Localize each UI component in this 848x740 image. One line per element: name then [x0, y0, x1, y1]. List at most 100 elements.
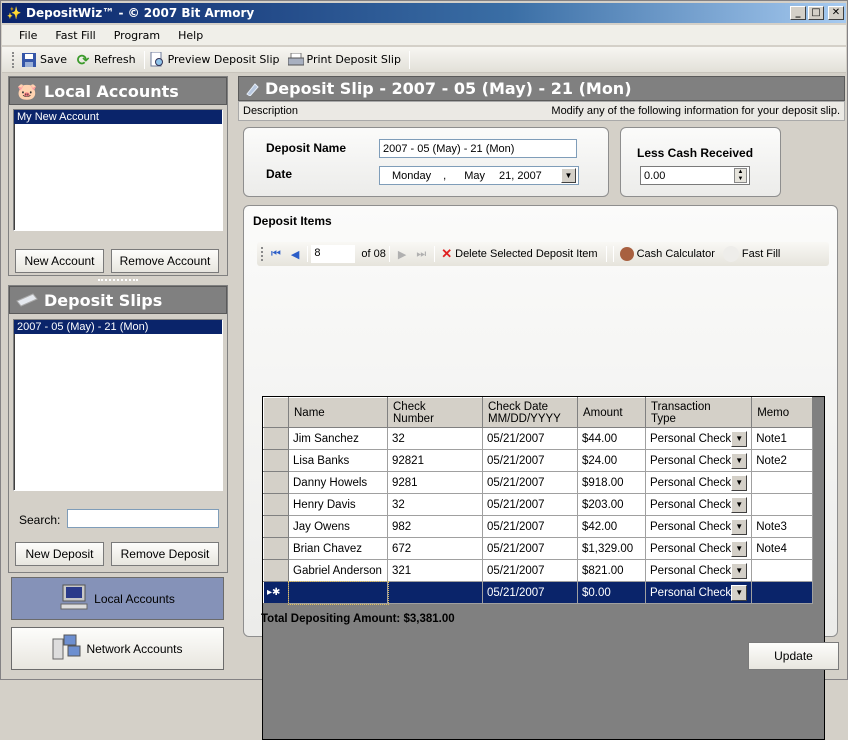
cell-check-number[interactable]: 32: [387, 493, 483, 516]
cell-transaction-type[interactable]: Personal Check ▼: [644, 471, 753, 494]
cell-name[interactable]: Henry Davis: [288, 493, 388, 516]
cell-check-date[interactable]: 05/21/2007: [482, 559, 578, 582]
cell-check-date[interactable]: 05/21/2007: [482, 493, 578, 516]
cell-memo[interactable]: [751, 559, 814, 582]
preview-deposit-slip-button[interactable]: Preview Deposit Slip: [149, 51, 280, 68]
cell-check-number[interactable]: 9281: [387, 471, 483, 494]
table-row[interactable]: Henry Davis 32 05/21/2007 $203.00 Personal C…: [263, 493, 814, 516]
record-position-input[interactable]: 8: [311, 245, 356, 263]
new-account-button[interactable]: New Account: [15, 249, 104, 273]
cell-amount[interactable]: $24.00: [577, 449, 646, 472]
spinner-icon[interactable]: ▲ ▼: [734, 168, 747, 183]
deposit-items-grid[interactable]: Name Check Number Check Date MM/DD/YYYY Am…: [262, 396, 825, 740]
delete-item-button[interactable]: Delete Selected Deposit Item: [455, 248, 597, 260]
cell-check-date[interactable]: 05/21/2007: [482, 449, 578, 472]
fast-fill-button[interactable]: Fast Fill: [742, 248, 781, 260]
chevron-down-icon[interactable]: ▼: [731, 452, 748, 469]
cell-memo[interactable]: [751, 581, 814, 604]
chevron-down-icon[interactable]: ▼: [561, 168, 576, 183]
local-accounts-nav-button[interactable]: Local Accounts: [11, 577, 224, 620]
cell-transaction-type[interactable]: Personal Check ▼: [644, 449, 753, 472]
account-item[interactable]: My New Account: [14, 110, 222, 124]
remove-deposit-button[interactable]: Remove Deposit: [111, 542, 219, 566]
cell-memo[interactable]: [751, 471, 814, 494]
save-button[interactable]: Save: [21, 52, 67, 68]
cell-check-date[interactable]: 05/21/2007: [482, 537, 578, 560]
last-record-icon[interactable]: ⏭: [416, 248, 426, 261]
network-accounts-nav-button[interactable]: Network Accounts: [11, 627, 224, 670]
search-input[interactable]: [67, 509, 219, 528]
cell-amount[interactable]: $918.00: [577, 471, 646, 494]
row-header[interactable]: [263, 493, 289, 516]
cell-check-number[interactable]: 32: [387, 427, 483, 450]
close-button[interactable]: ✕: [828, 6, 844, 20]
minimize-button[interactable]: _: [790, 6, 806, 20]
row-header[interactable]: ▸✱: [263, 581, 289, 604]
cell-amount[interactable]: $203.00: [577, 493, 646, 516]
cell-transaction-type[interactable]: Personal Check ▼: [644, 537, 753, 560]
update-button[interactable]: Update: [748, 642, 839, 670]
cell-transaction-type[interactable]: Personal Check ▼: [644, 427, 753, 450]
cell-name[interactable]: Brian Chavez: [288, 537, 388, 560]
chevron-down-icon[interactable]: ▼: [731, 540, 748, 557]
cell-amount[interactable]: $42.00: [577, 515, 646, 538]
chevron-down-icon[interactable]: ▼: [731, 474, 748, 491]
deposit-slips-listbox[interactable]: 2007 - 05 (May) - 21 (Mon): [13, 319, 223, 491]
table-row[interactable]: Brian Chavez 672 05/21/2007 $1,329.00 Person…: [263, 537, 814, 560]
date-picker[interactable]: Monday , May 21, 2007 ▼: [379, 166, 579, 185]
table-row[interactable]: Jay Owens 982 05/21/2007 $42.00 Personal Che…: [263, 515, 814, 538]
cell-name[interactable]: Danny Howels: [288, 471, 388, 494]
col-transaction-type[interactable]: Transaction Type: [644, 397, 753, 428]
table-row[interactable]: Jim Sanchez 32 05/21/2007 $44.00 Personal Ch…: [263, 427, 814, 450]
chevron-down-icon[interactable]: ▼: [731, 584, 748, 601]
menu-fast-fill[interactable]: Fast Fill: [46, 29, 104, 42]
cell-memo[interactable]: Note3: [751, 515, 814, 538]
maximize-button[interactable]: □: [808, 6, 824, 20]
remove-account-button[interactable]: Remove Account: [111, 249, 219, 273]
table-row[interactable]: ▸✱ 05/21/2007 $0.00 Personal Check ▼: [263, 580, 814, 605]
deposit-name-input[interactable]: 2007 - 05 (May) - 21 (Mon): [379, 139, 577, 158]
chevron-down-icon[interactable]: ▼: [731, 562, 748, 579]
cell-transaction-type[interactable]: Personal Check ▼: [644, 493, 753, 516]
refresh-button[interactable]: ⟳ Refresh: [75, 51, 136, 69]
cell-amount[interactable]: $0.00: [577, 581, 646, 604]
table-row[interactable]: Gabriel Anderson 321 05/21/2007 $821.00 Pers…: [263, 559, 814, 582]
row-header[interactable]: [263, 449, 289, 472]
menu-file[interactable]: File: [10, 29, 46, 42]
cell-amount[interactable]: $44.00: [577, 427, 646, 450]
cell-amount[interactable]: $1,329.00: [577, 537, 646, 560]
menu-help[interactable]: Help: [169, 29, 212, 42]
toolbar-grip[interactable]: [12, 51, 15, 68]
cell-name[interactable]: Lisa Banks: [288, 449, 388, 472]
accounts-listbox[interactable]: My New Account: [13, 109, 223, 231]
cell-check-number[interactable]: [387, 581, 483, 604]
chevron-down-icon[interactable]: ▼: [731, 430, 748, 447]
menu-program[interactable]: Program: [105, 29, 169, 42]
splitter-handle[interactable]: [98, 279, 138, 283]
cash-calculator-button[interactable]: Cash Calculator: [637, 248, 715, 260]
col-check-date[interactable]: Check Date MM/DD/YYYY: [482, 397, 578, 428]
deposit-slip-item[interactable]: 2007 - 05 (May) - 21 (Mon): [14, 320, 222, 334]
row-header[interactable]: [263, 515, 289, 538]
cell-amount[interactable]: $821.00: [577, 559, 646, 582]
cell-check-date[interactable]: 05/21/2007: [482, 427, 578, 450]
cell-memo[interactable]: Note4: [751, 537, 814, 560]
table-row[interactable]: Danny Howels 9281 05/21/2007 $918.00 Persona…: [263, 471, 814, 494]
col-name[interactable]: Name: [288, 397, 388, 428]
new-deposit-button[interactable]: New Deposit: [15, 542, 104, 566]
first-record-icon[interactable]: ⏮: [271, 248, 281, 261]
chevron-down-icon[interactable]: ▼: [731, 496, 748, 513]
cell-memo[interactable]: Note1: [751, 427, 814, 450]
cell-memo[interactable]: [751, 493, 814, 516]
cell-name[interactable]: Jay Owens: [288, 515, 388, 538]
cell-check-number[interactable]: 672: [387, 537, 483, 560]
col-check-number[interactable]: Check Number: [387, 397, 483, 428]
next-record-icon[interactable]: ▶: [398, 248, 406, 261]
row-header[interactable]: [263, 559, 289, 582]
previous-record-icon[interactable]: ◀: [291, 248, 299, 261]
cell-check-number[interactable]: 92821: [387, 449, 483, 472]
less-cash-input[interactable]: 0.00 ▲ ▼: [640, 166, 750, 185]
table-row[interactable]: Lisa Banks 92821 05/21/2007 $24.00 Personal …: [263, 449, 814, 472]
col-memo[interactable]: Memo: [751, 397, 814, 428]
title-bar[interactable]: ✨ DepositWiz™ - © 2007 Bit Armory _ □ ✕: [2, 3, 846, 23]
